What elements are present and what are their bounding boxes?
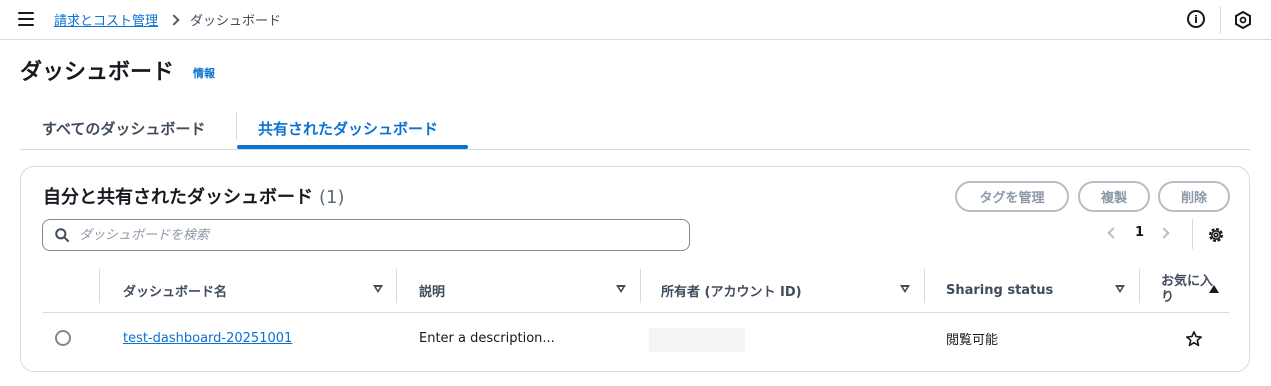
pagination: 1 bbox=[1107, 225, 1170, 240]
dashboard-name-link[interactable]: test-dashboard-20251001 bbox=[123, 314, 292, 362]
column-header-owner[interactable]: 所有者 (アカウント ID) bbox=[661, 267, 802, 313]
dashboard-description: Enter a description... bbox=[419, 330, 555, 346]
tab-shared-dashboards[interactable]: 共有されたダッシュボード bbox=[258, 108, 438, 148]
copy-button[interactable]: 複製 bbox=[1078, 181, 1150, 212]
table-header: ダッシュボード名 説明 所有者 (アカウント ID) Sharing statu… bbox=[43, 267, 1229, 313]
info-link[interactable]: 情報 bbox=[193, 65, 215, 81]
sort-icon[interactable] bbox=[1209, 285, 1219, 293]
top-bar: 請求とコスト管理 ダッシュボード i bbox=[0, 0, 1271, 40]
container-title: 自分と共有されたダッシュボード (1) bbox=[43, 183, 345, 209]
sort-icon[interactable] bbox=[373, 285, 383, 293]
tab-bar: すべてのダッシュボード 共有されたダッシュボード bbox=[20, 108, 1250, 150]
row-select-radio[interactable] bbox=[55, 330, 71, 346]
manage-tags-button[interactable]: タグを管理 bbox=[955, 181, 1069, 212]
shared-dashboards-container: 自分と共有されたダッシュボード (1) タグを管理 複製 削除 1 ダッシュボード… bbox=[20, 166, 1250, 372]
info-icon[interactable]: i bbox=[1187, 10, 1205, 28]
table-row: test-dashboard-20251001 Enter a descript… bbox=[43, 314, 1229, 362]
page-number[interactable]: 1 bbox=[1135, 225, 1144, 240]
top-divider bbox=[1220, 6, 1221, 34]
column-header-description[interactable]: 説明 bbox=[419, 267, 445, 313]
column-separator[interactable] bbox=[1139, 269, 1140, 303]
dashboard-name-text[interactable]: test-dashboard-20251001 bbox=[123, 331, 292, 346]
owner-account-id bbox=[649, 328, 745, 352]
container-count: (1) bbox=[319, 187, 345, 208]
search-icon bbox=[55, 228, 69, 242]
breadcrumb-current: ダッシュボード bbox=[190, 14, 282, 29]
chevron-left-icon[interactable] bbox=[1107, 226, 1119, 239]
delete-button[interactable]: 削除 bbox=[1158, 181, 1230, 212]
column-separator[interactable] bbox=[640, 269, 641, 303]
active-tab-indicator bbox=[237, 145, 468, 149]
container-title-text: 自分と共有されたダッシュボード bbox=[43, 187, 313, 208]
star-icon[interactable] bbox=[1185, 330, 1203, 348]
sort-icon[interactable] bbox=[616, 285, 626, 293]
breadcrumb-root-link[interactable]: 請求とコスト管理 bbox=[54, 10, 158, 29]
chevron-right-icon bbox=[168, 13, 180, 26]
column-header-sharing-status[interactable]: Sharing status bbox=[946, 267, 1053, 313]
menu-icon[interactable] bbox=[18, 12, 34, 26]
chevron-right-icon[interactable] bbox=[1158, 226, 1170, 239]
breadcrumb: 請求とコスト管理 ダッシュボード bbox=[54, 10, 281, 29]
page-title: ダッシュボード bbox=[20, 60, 175, 85]
column-header-name[interactable]: ダッシュボード名 bbox=[123, 267, 227, 313]
pagination-divider bbox=[1192, 219, 1193, 249]
search-input[interactable] bbox=[79, 220, 679, 250]
tab-divider bbox=[236, 112, 237, 140]
sort-icon[interactable] bbox=[900, 285, 910, 293]
sort-icon[interactable] bbox=[1115, 285, 1125, 293]
tab-all-dashboards[interactable]: すべてのダッシュボード bbox=[42, 108, 205, 148]
hexagon-icon[interactable] bbox=[1235, 11, 1251, 29]
sharing-status: 閲覧可能 bbox=[946, 332, 999, 348]
search-box bbox=[42, 219, 690, 251]
column-separator[interactable] bbox=[396, 269, 397, 303]
gear-icon[interactable] bbox=[1207, 226, 1225, 244]
column-separator bbox=[99, 269, 100, 303]
column-separator[interactable] bbox=[924, 269, 925, 303]
